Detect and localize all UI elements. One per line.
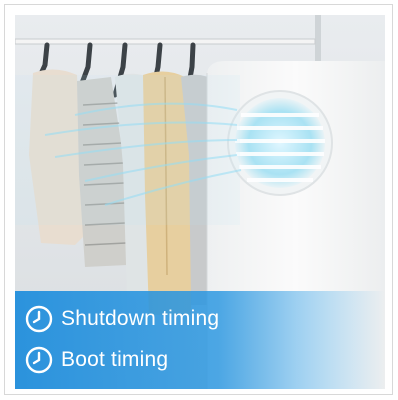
clock-icon (25, 305, 53, 333)
clock-icon (25, 346, 53, 374)
feature-banner: Shutdown timing Boot timing (15, 291, 385, 389)
product-photo: Shutdown timing Boot timing (15, 15, 385, 389)
feature-label: Shutdown timing (61, 307, 220, 330)
feature-label: Boot timing (61, 348, 169, 371)
feature-shutdown-timing: Shutdown timing (25, 305, 219, 333)
image-frame: Shutdown timing Boot timing (4, 4, 393, 395)
feature-boot-timing: Boot timing (25, 346, 168, 374)
